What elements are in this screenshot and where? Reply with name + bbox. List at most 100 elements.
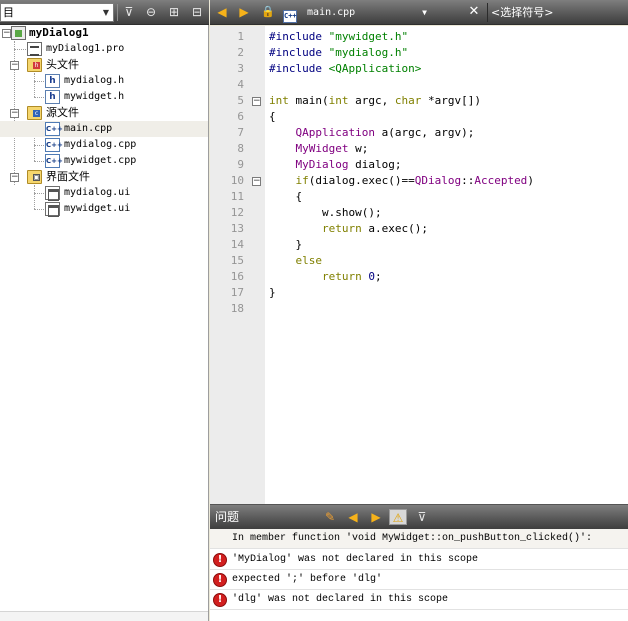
- code-token: int: [269, 94, 289, 107]
- forward-arrow-icon[interactable]: ▶: [236, 4, 252, 20]
- tree-item-label: mywidget.ui: [64, 203, 131, 214]
- link-icon[interactable]: ⊖: [142, 4, 160, 21]
- code-line: int main(int argc, char *argv[]): [269, 93, 481, 109]
- code-token: *argv[]): [421, 94, 481, 107]
- code-line: return 0;: [269, 269, 382, 285]
- code-token: #include: [269, 46, 329, 59]
- tree-item-mywidget-ui[interactable]: mywidget.ui: [0, 201, 208, 217]
- code-line: else: [269, 253, 323, 269]
- tree-item-mydialog-h[interactable]: h mydialog.h: [0, 73, 208, 89]
- collapse-icon[interactable]: −: [2, 29, 11, 38]
- fold-marker-icon[interactable]: −: [252, 177, 261, 186]
- issue-text: 'MyDialog' was not declared in this scop…: [232, 554, 479, 565]
- close-pane-icon[interactable]: ⊟: [188, 4, 206, 21]
- project-name: myDialog1: [29, 26, 89, 39]
- tree-item-label: mydialog.cpp: [64, 139, 137, 150]
- tree-item-label: mydialog.h: [64, 75, 125, 86]
- open-file-selector[interactable]: C++ main.cpp ▼: [283, 3, 429, 23]
- code-line: #include <QApplication>: [269, 61, 421, 77]
- tree-item-pro-file[interactable]: myDialog1.pro: [0, 41, 208, 57]
- issue-context-row[interactable]: In member function 'void MyWidget::on_pu…: [210, 529, 628, 549]
- tree-item-headers-folder[interactable]: − h 头文件: [0, 57, 208, 73]
- split-icon[interactable]: ⊞: [165, 4, 183, 21]
- project-icon: [11, 26, 26, 40]
- code-token: w.show();: [269, 206, 382, 219]
- line-number: 3: [237, 62, 244, 75]
- issue-row[interactable]: ! expected ';' before 'dlg': [210, 570, 628, 590]
- code-token: char: [394, 94, 422, 107]
- code-token: {: [269, 110, 276, 123]
- code-line: MyDialog dialog;: [269, 157, 402, 173]
- issue-row[interactable]: ! 'dlg' was not declared in this scope: [210, 590, 628, 610]
- horizontal-scrollbar[interactable]: [0, 611, 208, 621]
- tree-item-mywidget-h[interactable]: h mywidget.h: [0, 89, 208, 105]
- tree-item-label: 头文件: [46, 58, 79, 71]
- project-pane: 目 ▼ ⊽ ⊖ ⊞ ⊟ − myDialog1 myDialog1.pro − …: [0, 0, 209, 621]
- cpp-file-icon: C++: [45, 154, 63, 168]
- next-arrow-icon[interactable]: ▶: [367, 509, 385, 525]
- cpp-file-icon: C++: [45, 138, 63, 152]
- cpp-file-icon: C++: [45, 122, 63, 136]
- toolbar-separator: [117, 4, 118, 21]
- project-toolbar: 目 ▼ ⊽ ⊖ ⊞ ⊟: [0, 0, 209, 25]
- collapse-icon[interactable]: −: [10, 109, 19, 118]
- code-line: if(dialog.exec()==QDialog::Accepted): [269, 173, 534, 189]
- collapse-icon[interactable]: −: [10, 173, 19, 182]
- code-token: return: [321, 222, 362, 235]
- line-number: 8: [237, 142, 244, 155]
- line-number: 11: [230, 190, 244, 203]
- tree-item-mydialog-cpp[interactable]: C++ mydialog.cpp: [0, 137, 208, 153]
- tree-item-mywidget-cpp[interactable]: C++ mywidget.cpp: [0, 153, 208, 169]
- line-number-gutter: 1 2 3 4 5 6 7 8 9 10 11 12 13 14 15 16 1…: [210, 26, 265, 504]
- lock-icon[interactable]: 🔒: [260, 4, 276, 20]
- line-number: 14: [230, 238, 244, 251]
- line-number: 10: [230, 174, 244, 187]
- previous-arrow-icon[interactable]: ◀: [344, 509, 362, 525]
- tree-item-main-cpp[interactable]: C++ main.cpp: [0, 121, 208, 137]
- fold-marker-icon[interactable]: −: [252, 97, 261, 106]
- code-token: ;: [374, 270, 382, 283]
- line-number: 9: [237, 158, 244, 171]
- code-token: }: [269, 286, 276, 299]
- folder-icon: ▣: [27, 170, 42, 184]
- line-number: 7: [237, 126, 244, 139]
- close-icon[interactable]: ✕: [466, 4, 482, 20]
- tree-item-label: 界面文件: [46, 170, 90, 183]
- chevron-down-icon: ▼: [102, 8, 109, 17]
- back-arrow-icon[interactable]: ◀: [214, 4, 230, 20]
- code-line: }: [269, 285, 276, 301]
- line-number: 17: [230, 286, 244, 299]
- code-token: w;: [348, 142, 369, 155]
- folder-icon: h: [27, 58, 42, 72]
- header-file-icon: h: [45, 90, 60, 104]
- header-file-icon: h: [45, 74, 60, 88]
- clean-icon[interactable]: ✎: [321, 509, 339, 525]
- tree-item-project[interactable]: − myDialog1: [0, 25, 208, 41]
- issue-row[interactable]: ! 'MyDialog' was not declared in this sc…: [210, 550, 628, 570]
- code-token: if: [295, 174, 309, 187]
- filter-icon[interactable]: ⊽: [120, 4, 138, 21]
- code-token: int: [328, 94, 349, 107]
- code-line: MyWidget w;: [269, 141, 369, 157]
- tree-item-mydialog-ui[interactable]: mydialog.ui: [0, 185, 208, 201]
- symbol-selector[interactable]: <选择符号>: [487, 3, 628, 22]
- collapse-icon[interactable]: −: [10, 61, 19, 70]
- code-token: #include: [269, 30, 329, 43]
- code-token: Accepted: [474, 174, 528, 187]
- code-editor[interactable]: #include "mywidget.h" #include "mydialog…: [265, 26, 628, 504]
- view-selector[interactable]: 目 ▼: [0, 3, 114, 22]
- code-token: else: [295, 254, 323, 267]
- code-token: return: [321, 270, 362, 283]
- tree-item-forms-folder[interactable]: − ▣ 界面文件: [0, 169, 208, 185]
- filter-icon[interactable]: ⊽: [413, 509, 431, 525]
- tree-item-sources-folder[interactable]: − c 源文件: [0, 105, 208, 121]
- warning-filter-icon[interactable]: ⚠: [389, 509, 407, 525]
- code-token: {: [269, 190, 303, 203]
- ui-file-icon: [45, 202, 60, 217]
